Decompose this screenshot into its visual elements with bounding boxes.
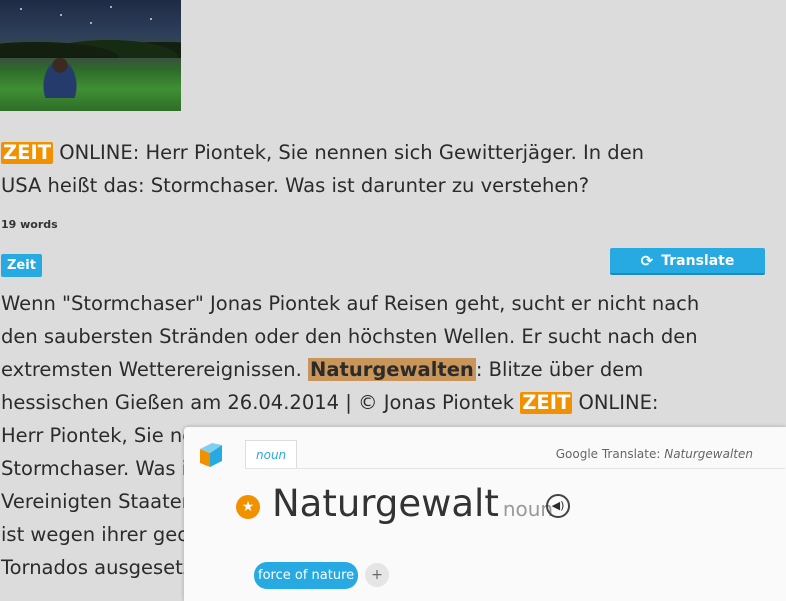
star-icon[interactable]: ★ (236, 495, 260, 519)
headword: Naturgewalt noun (272, 482, 554, 525)
translate-button-label: Translate (661, 252, 735, 269)
word-count: 19 words (1, 218, 58, 231)
translation-source: Google Translate: Naturgewalten (555, 447, 753, 461)
highlighted-word[interactable]: Naturgewalten (308, 358, 476, 381)
zeit-logo: ZEIT (1, 141, 54, 165)
refresh-icon: ⟳ (640, 251, 654, 270)
speaker-icon[interactable]: ◀) (546, 494, 570, 518)
book-logo-icon (200, 443, 222, 467)
tab-noun[interactable]: noun (245, 440, 298, 469)
translate-button[interactable]: ⟳ Translate (610, 248, 765, 275)
zeit-logo-inline: ZEIT (520, 391, 573, 415)
source-word: Naturgewalten (664, 447, 753, 461)
tag-zeit[interactable]: Zeit (1, 254, 42, 277)
translation-popup: noun Google Translate: Naturgewalten ★ N… (184, 427, 786, 601)
article-photo (0, 0, 181, 111)
intro-paragraph: ZEIT ONLINE: Herr Piontek, Sie nennen si… (1, 136, 681, 202)
intro-text: ONLINE: Herr Piontek, Sie nennen sich Ge… (1, 141, 645, 197)
add-translation-button[interactable]: + (365, 563, 389, 587)
translation-chip[interactable]: force of nature (254, 562, 359, 589)
